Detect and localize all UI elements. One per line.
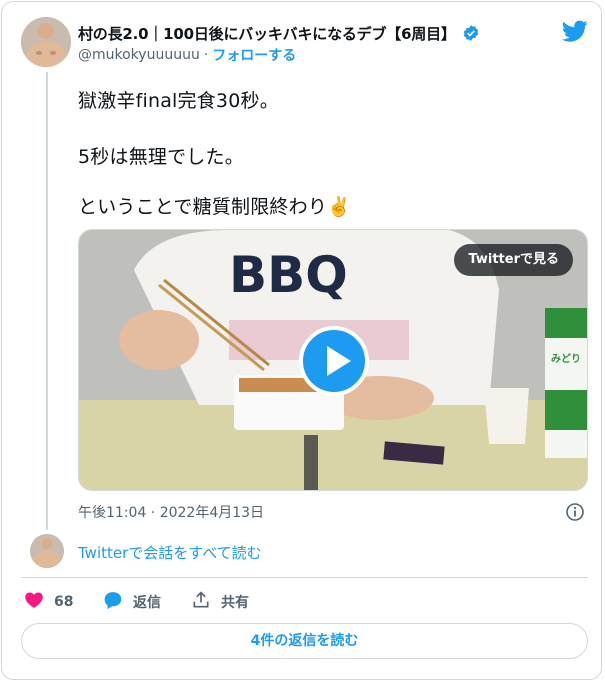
author-display-name[interactable]: 村の長2.0｜100日後にバッキバキになるデブ【6周目】 — [78, 23, 456, 44]
author-name-row[interactable]: 村の長2.0｜100日後にバッキバキになるデブ【6周目】 — [78, 22, 480, 44]
like-action[interactable]: 68 — [24, 592, 73, 612]
like-count: 68 — [54, 594, 74, 610]
tweet-text-line-3: ということで糖質制限終わり✌️ — [78, 196, 351, 218]
author-handle-row: @mukokyuuuuuu · フォローする — [78, 45, 296, 65]
shirt-text: BBQ — [229, 246, 348, 304]
author-handle[interactable]: @mukokyuuuuuu — [78, 47, 200, 63]
author-avatar[interactable] — [21, 17, 71, 67]
follow-button[interactable]: フォローする — [212, 45, 296, 65]
info-icon[interactable] — [565, 502, 585, 522]
share-label: 共有 — [221, 595, 249, 611]
twitter-bird-icon[interactable] — [561, 18, 588, 44]
conversation-avatar[interactable] — [30, 534, 64, 568]
verified-badge-icon — [462, 24, 480, 42]
read-replies-button[interactable]: 4件の返信を読む — [21, 623, 588, 659]
share-icon — [191, 590, 211, 614]
read-conversation-link[interactable]: Twitterで会話をすべて読む — [78, 542, 262, 563]
watch-on-twitter-button[interactable]: Twitterで見る — [454, 244, 573, 276]
handle-separator: · — [203, 47, 209, 63]
milk-carton-text: みどり — [551, 352, 581, 365]
reply-label: 返信 — [133, 595, 161, 611]
tweet-text-line-2: 5秒は無理でした。 — [78, 146, 244, 168]
play-button-icon[interactable] — [299, 326, 369, 396]
tweet-timestamp[interactable]: 午後11:04 · 2022年4月13日 — [78, 502, 264, 522]
reply-bubble-icon — [103, 590, 123, 614]
share-action[interactable]: 共有 — [191, 590, 249, 614]
tweet-text-line-1: 獄激辛final完食30秒。 — [78, 90, 279, 112]
divider — [21, 577, 588, 578]
heart-icon — [24, 590, 44, 614]
tweet-embed-card: 村の長2.0｜100日後にバッキバキになるデブ【6周目】 @mukokyuuuu… — [1, 1, 602, 680]
reply-action[interactable]: 返信 — [103, 592, 161, 612]
video-thumbnail[interactable]: BBQ みどり Twitterで見る — [78, 229, 588, 491]
thread-line — [46, 72, 48, 530]
